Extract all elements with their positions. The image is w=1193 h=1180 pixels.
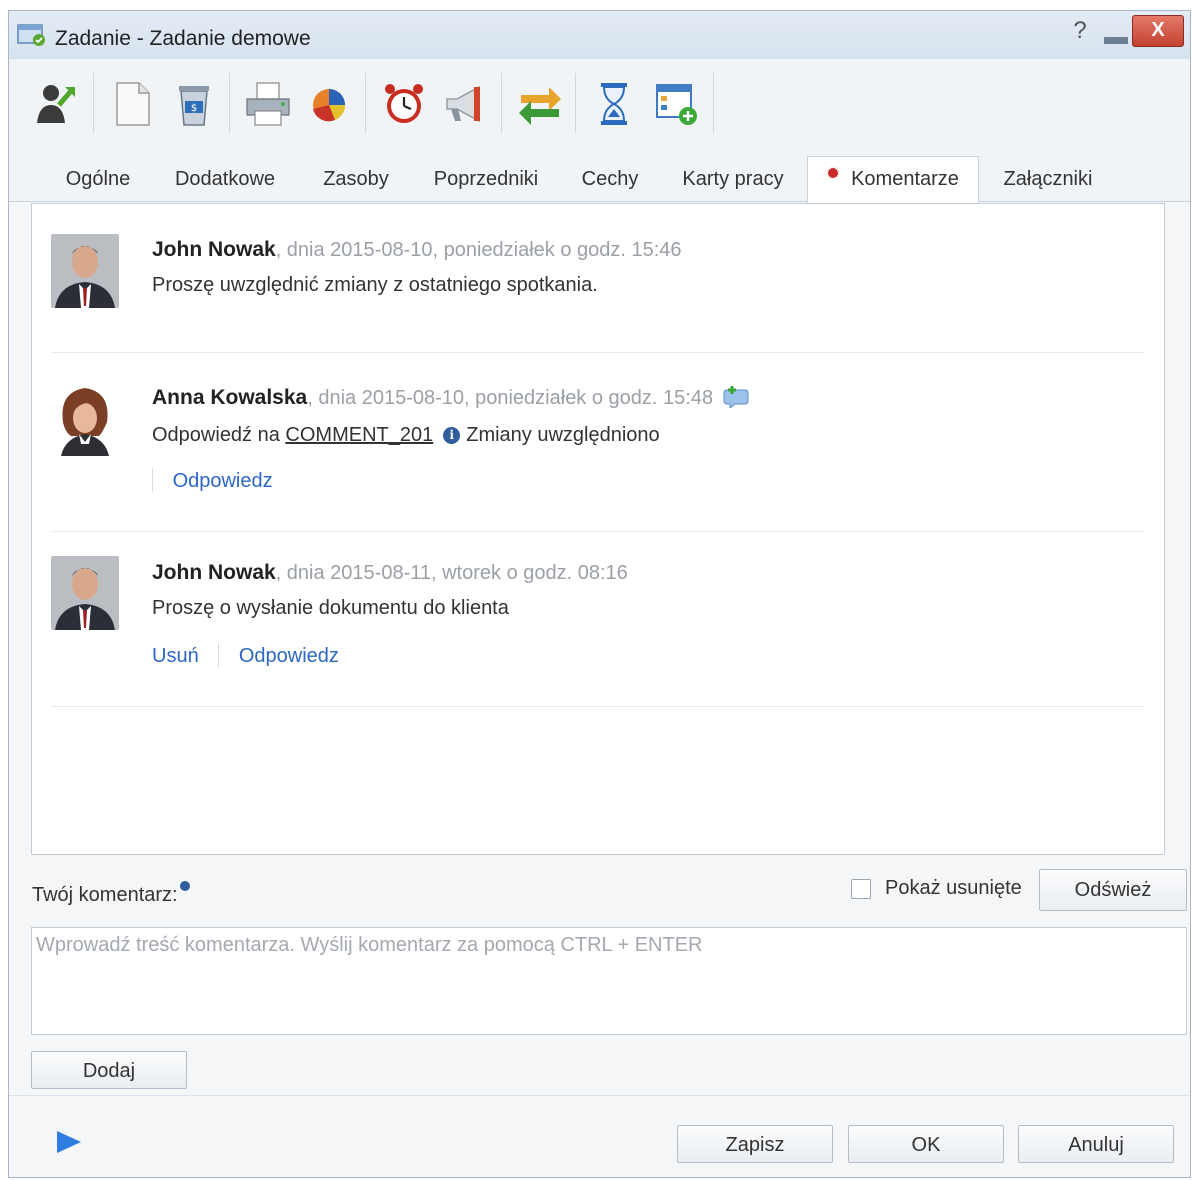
reply-link[interactable]: Odpowiedz (239, 645, 339, 667)
task-window: Zadanie - Zadanie demowe ? X $ Ogólne Do… (8, 10, 1191, 1178)
tab-label: Ogólne (65, 168, 131, 190)
comment-date: , dnia 2015-08-10, poniedziałek o godz. … (307, 387, 714, 409)
toolbar: $ (9, 59, 1190, 146)
hourglass-icon[interactable] (589, 79, 639, 129)
comment-author: Anna Kowalska (152, 386, 308, 409)
toolbar-separator (501, 73, 502, 133)
show-deleted-label[interactable]: Pokaż usunięte (885, 877, 1022, 900)
tab-karty-pracy[interactable]: Karty pracy (671, 157, 795, 201)
close-button[interactable]: X (1132, 15, 1184, 47)
chart-icon[interactable] (305, 79, 355, 129)
comment-actions: Usuń Odpowiedz (152, 643, 339, 668)
new-document-icon[interactable] (107, 79, 157, 129)
comment-text-row: Odpowiedź na COMMENT_201 i Zmiany uwzględn… (152, 424, 660, 447)
footer-divider (9, 1095, 1190, 1096)
tab-poprzedniki[interactable]: Poprzedniki (423, 157, 549, 201)
tab-ogolne[interactable]: Ogólne (53, 157, 143, 201)
assign-icon[interactable] (31, 79, 81, 129)
tab-label: Załączniki (1003, 168, 1093, 190)
comment-label: Twój komentarz: (32, 881, 190, 907)
tab-dodatkowe[interactable]: Dodatkowe (163, 157, 287, 201)
comment-author: John Nowak (152, 238, 276, 261)
comment-divider (52, 531, 1144, 532)
comment-date: , dnia 2015-08-10, poniedziałek o godz. … (275, 239, 682, 261)
tab-cechy[interactable]: Cechy (569, 157, 651, 201)
avatar (51, 556, 119, 630)
minimize-button[interactable] (1104, 37, 1128, 44)
show-deleted-checkbox[interactable] (851, 879, 871, 899)
comment-label-text: Twój komentarz: (32, 884, 178, 906)
tab-label: Karty pracy (682, 168, 784, 190)
tab-bar: Ogólne Dodatkowe Zasoby Poprzedniki Cech… (9, 145, 1190, 203)
tab-label: Komentarze (851, 168, 959, 190)
tab-label: Dodatkowe (174, 168, 276, 190)
save-button[interactable]: Zapisz (677, 1125, 833, 1163)
info-icon[interactable]: i (443, 427, 461, 444)
comment-author: John Nowak (152, 561, 276, 584)
toolbar-separator (365, 73, 366, 133)
megaphone-icon[interactable] (441, 79, 491, 129)
comment-header: John Nowak, dnia 2015-08-11, wtorek o go… (152, 561, 628, 585)
action-separator (218, 643, 220, 667)
alarm-clock-icon[interactable] (379, 79, 429, 129)
help-button[interactable]: ? (1068, 17, 1092, 45)
transfer-icon[interactable] (515, 79, 565, 129)
add-comment-icon[interactable] (723, 384, 751, 410)
add-comment-button[interactable]: Dodaj (31, 1051, 187, 1089)
comment-header: Anna Kowalska, dnia 2015-08-10, poniedzi… (152, 384, 751, 410)
svg-text:$: $ (191, 103, 197, 114)
comment-date: , dnia 2015-08-11, wtorek o godz. 08:16 (275, 562, 628, 584)
action-separator (152, 468, 153, 492)
tab-label: Zasoby (323, 168, 389, 190)
task-window-icon (17, 24, 45, 46)
trash-icon[interactable]: $ (169, 79, 219, 129)
comment-input[interactable] (31, 927, 1187, 1035)
info-icon[interactable] (179, 881, 190, 891)
title-bar[interactable]: Zadanie - Zadanie demowe ? X (9, 11, 1190, 59)
tab-komentarze[interactable]: Komentarze (807, 156, 979, 203)
tab-label: Poprzedniki (433, 168, 539, 190)
add-view-icon[interactable] (651, 79, 701, 129)
tab-label: Cechy (581, 168, 639, 190)
window-title: Zadanie - Zadanie demowe (55, 27, 311, 50)
reply-prefix: Odpowiedź na (152, 424, 286, 446)
toolbar-separator (93, 73, 94, 133)
toolbar-separator (713, 73, 714, 133)
toolbar-separator (229, 73, 230, 133)
comments-list[interactable]: John Nowak, dnia 2015-08-10, poniedziałe… (31, 203, 1165, 855)
comment-divider (52, 706, 1144, 707)
print-icon[interactable] (243, 79, 293, 129)
cancel-button[interactable]: Anuluj (1018, 1125, 1174, 1163)
comment-actions: Odpowiedz (152, 468, 273, 493)
comment-text: Zmiany uwzględniono (466, 424, 660, 446)
comment-text: Proszę o wysłanie dokumentu do klienta (152, 597, 509, 619)
tab-zalaczniki[interactable]: Załączniki (989, 157, 1107, 201)
avatar (51, 382, 119, 456)
comment-header: John Nowak, dnia 2015-08-10, poniedziałe… (152, 238, 682, 262)
avatar (51, 234, 119, 308)
refresh-button[interactable]: Odśwież (1039, 869, 1187, 911)
reply-reference-link[interactable]: COMMENT_201 (285, 424, 433, 446)
tab-zasoby[interactable]: Zasoby (309, 157, 403, 201)
comment-divider (52, 352, 1144, 353)
ok-button[interactable]: OK (848, 1125, 1004, 1163)
alert-icon (827, 167, 840, 179)
comment-text: Proszę uwzględnić zmiany z ostatniego sp… (152, 274, 598, 296)
delete-link[interactable]: Usuń (152, 645, 199, 667)
toolbar-separator (575, 73, 576, 133)
reply-link[interactable]: Odpowiedz (173, 470, 273, 492)
play-icon[interactable] (55, 1129, 83, 1155)
